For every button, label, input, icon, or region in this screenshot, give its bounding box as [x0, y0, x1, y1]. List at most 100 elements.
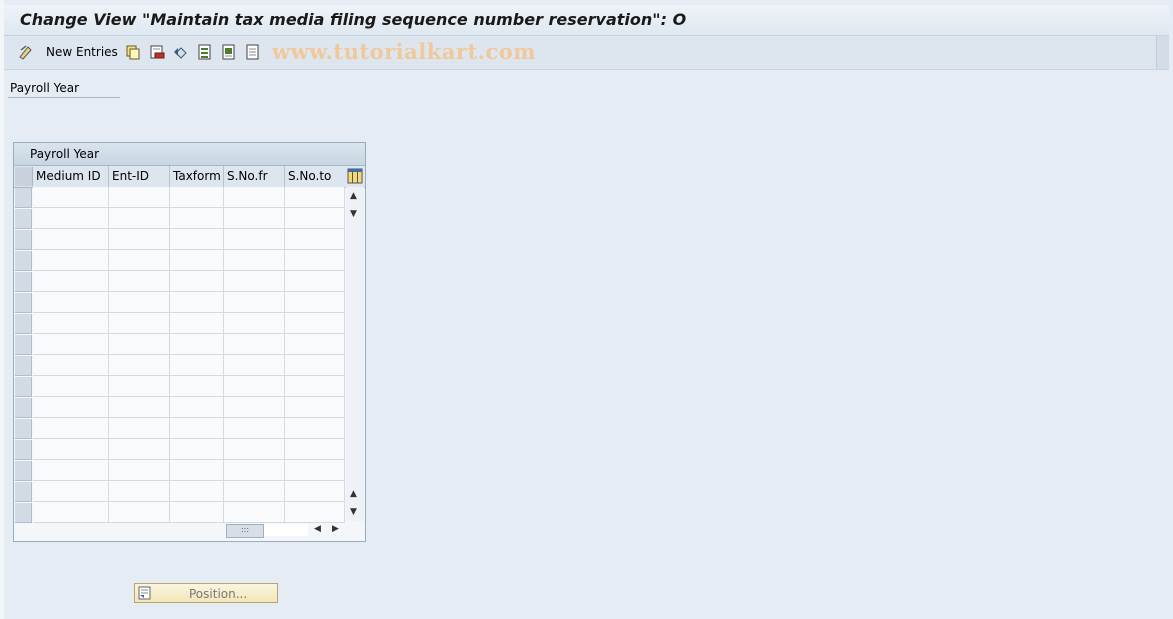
- table-cell[interactable]: [285, 376, 345, 396]
- table-cell[interactable]: [109, 271, 170, 291]
- row-selector[interactable]: [15, 209, 32, 229]
- table-cell[interactable]: [170, 208, 224, 228]
- row-selector[interactable]: [15, 356, 32, 376]
- table-cell[interactable]: [33, 439, 109, 459]
- table-cell[interactable]: [33, 229, 109, 249]
- table-cell[interactable]: [170, 187, 224, 207]
- table-cell[interactable]: [33, 481, 109, 501]
- table-cell[interactable]: [170, 355, 224, 375]
- table-cell[interactable]: [33, 334, 109, 354]
- horizontal-scroll-track[interactable]: [264, 524, 308, 536]
- table-cell[interactable]: [109, 376, 170, 396]
- row-selector[interactable]: [15, 230, 32, 250]
- table-cell[interactable]: [109, 355, 170, 375]
- table-cell[interactable]: [285, 334, 345, 354]
- table-cell[interactable]: [109, 313, 170, 333]
- scroll-down-icon[interactable]: ▼: [350, 507, 357, 517]
- table-cell[interactable]: [33, 502, 109, 522]
- copy-icon[interactable]: [125, 44, 141, 60]
- scroll-down-icon[interactable]: ▼: [350, 209, 357, 219]
- table-cell[interactable]: [33, 187, 109, 207]
- table-cell[interactable]: [33, 355, 109, 375]
- row-selector[interactable]: [15, 503, 32, 523]
- table-cell[interactable]: [224, 481, 285, 501]
- table-cell[interactable]: [285, 355, 345, 375]
- table-cell[interactable]: [109, 187, 170, 207]
- toolbar-scrollbar[interactable]: [1156, 36, 1169, 69]
- column-header-medium-id[interactable]: Medium ID: [33, 166, 109, 187]
- table-cell[interactable]: [170, 271, 224, 291]
- table-cell[interactable]: [285, 397, 345, 417]
- column-header-ent-id[interactable]: Ent-ID: [109, 166, 170, 187]
- table-cell[interactable]: [224, 208, 285, 228]
- row-selector[interactable]: [15, 335, 32, 355]
- row-selector[interactable]: [15, 482, 32, 502]
- table-horizontal-scrollbar[interactable]: ::: ◀ ▶: [14, 521, 365, 539]
- table-vertical-scrollbar[interactable]: ▲ ▼ ▲ ▼: [346, 187, 364, 521]
- horizontal-scroll-thumb[interactable]: :::: [226, 524, 264, 538]
- table-cell[interactable]: [224, 271, 285, 291]
- table-cell[interactable]: [285, 502, 345, 522]
- table-cell[interactable]: [33, 271, 109, 291]
- table-cell[interactable]: [33, 460, 109, 480]
- table-cell[interactable]: [285, 271, 345, 291]
- row-selector[interactable]: [15, 272, 32, 292]
- row-selector[interactable]: [15, 461, 32, 481]
- column-header-taxform[interactable]: Taxform: [170, 166, 224, 187]
- select-all-icon[interactable]: [197, 44, 213, 60]
- row-selector[interactable]: [15, 377, 32, 397]
- table-cell[interactable]: [33, 397, 109, 417]
- table-cell[interactable]: [285, 481, 345, 501]
- undo-icon[interactable]: [173, 44, 189, 60]
- table-cell[interactable]: [170, 397, 224, 417]
- table-cell[interactable]: [224, 439, 285, 459]
- table-cell[interactable]: [109, 334, 170, 354]
- table-cell[interactable]: [224, 334, 285, 354]
- table-cell[interactable]: [224, 187, 285, 207]
- table-cell[interactable]: [170, 502, 224, 522]
- scroll-up-icon[interactable]: ▲: [350, 191, 357, 201]
- table-cell[interactable]: [285, 229, 345, 249]
- table-cell[interactable]: [285, 208, 345, 228]
- table-cell[interactable]: [224, 397, 285, 417]
- table-cell[interactable]: [33, 250, 109, 270]
- position-button[interactable]: Position...: [134, 583, 278, 603]
- table-cell[interactable]: [170, 481, 224, 501]
- table-cell[interactable]: [170, 460, 224, 480]
- table-cell[interactable]: [285, 439, 345, 459]
- table-settings-icon[interactable]: [347, 168, 363, 184]
- row-selector[interactable]: [15, 398, 32, 418]
- table-cell[interactable]: [109, 229, 170, 249]
- table-cell[interactable]: [224, 355, 285, 375]
- table-cell[interactable]: [224, 292, 285, 312]
- table-cell[interactable]: [170, 229, 224, 249]
- table-cell[interactable]: [109, 481, 170, 501]
- table-cell[interactable]: [33, 376, 109, 396]
- row-selector[interactable]: [15, 314, 32, 334]
- table-cell[interactable]: [170, 418, 224, 438]
- table-cell[interactable]: [224, 460, 285, 480]
- table-cell[interactable]: [285, 292, 345, 312]
- table-cell[interactable]: [33, 313, 109, 333]
- scroll-right-icon[interactable]: ▶: [332, 524, 339, 534]
- row-selector[interactable]: [15, 440, 32, 460]
- table-cell[interactable]: [224, 250, 285, 270]
- table-cell[interactable]: [109, 250, 170, 270]
- table-cell[interactable]: [170, 250, 224, 270]
- table-cell[interactable]: [109, 418, 170, 438]
- table-cell[interactable]: [109, 439, 170, 459]
- row-selector[interactable]: [15, 188, 32, 208]
- table-cell[interactable]: [285, 187, 345, 207]
- row-selector[interactable]: [15, 251, 32, 271]
- column-header-sno-to[interactable]: S.No.to: [285, 166, 345, 187]
- table-cell[interactable]: [224, 229, 285, 249]
- table-cell[interactable]: [285, 250, 345, 270]
- table-cell[interactable]: [170, 376, 224, 396]
- row-selector[interactable]: [15, 419, 32, 439]
- table-cell[interactable]: [285, 313, 345, 333]
- table-cell[interactable]: [170, 292, 224, 312]
- table-cell[interactable]: [170, 439, 224, 459]
- table-cell[interactable]: [170, 334, 224, 354]
- new-entries-button[interactable]: New Entries: [46, 45, 118, 59]
- table-cell[interactable]: [33, 292, 109, 312]
